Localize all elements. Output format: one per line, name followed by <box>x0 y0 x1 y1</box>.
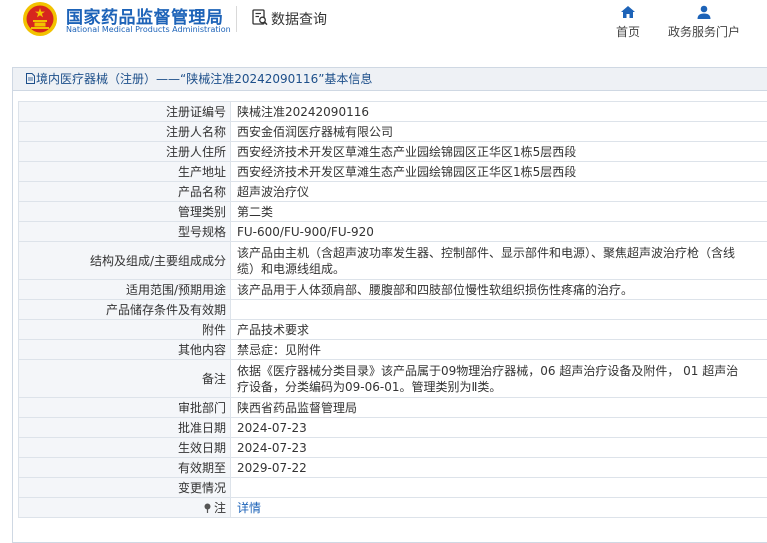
table-row: 注册人住所 西安经济技术开发区草滩生态产业园绘锦园区正华区1栋5层西段 <box>18 141 767 162</box>
table-row: 产品名称 超声波治疗仪 <box>18 181 767 202</box>
field-label: 审批部门 <box>18 397 231 418</box>
field-value <box>230 477 767 498</box>
nav-home-label: 首页 <box>615 25 640 39</box>
pin-icon <box>204 503 211 513</box>
field-label: 产品名称 <box>18 181 231 202</box>
field-label: 注册人住所 <box>18 141 231 162</box>
field-label: 注册证编号 <box>18 101 231 122</box>
field-value: 陕西省药品监督管理局 <box>230 397 767 418</box>
site-brand-subtitle: National Medical Products Administration <box>66 25 231 34</box>
table-row: 型号规格 FU-600/FU-900/FU-920 <box>18 221 767 242</box>
field-value <box>230 299 767 320</box>
details-link[interactable]: 详情 <box>237 501 261 515</box>
site-header: 国家药品监督管理局 National Medical Products Admi… <box>0 0 767 46</box>
field-value: 禁忌症：见附件 <box>230 339 767 360</box>
table-row: 审批部门 陕西省药品监督管理局 <box>18 397 767 418</box>
field-label: 其他内容 <box>18 339 231 360</box>
field-value: 该产品用于人体颈肩部、腰腹部和四肢部位慢性软组织损伤性疼痛的治疗。 <box>230 279 767 300</box>
field-value: 该产品由主机（含超声波功率发生器、控制部件、显示部件和电源）、聚焦超声波治疗枪（… <box>230 241 767 280</box>
table-row: 有效期至 2029-07-22 <box>18 457 767 478</box>
user-icon <box>697 5 711 19</box>
field-value: FU-600/FU-900/FU-920 <box>230 221 767 242</box>
nav-home[interactable]: 首页 <box>612 5 644 40</box>
field-value: 2024-07-23 <box>230 437 767 458</box>
table-row: 结构及组成/主要组成成分 该产品由主机（含超声波功率发生器、控制部件、显示部件和电… <box>18 241 767 280</box>
field-value: 2024-07-23 <box>230 417 767 438</box>
detail-panel: 境内医疗器械（注册）——“陕械注准20242090116”基本信息 注册证编号陕… <box>12 67 767 543</box>
table-row: 注 详情 <box>18 497 767 518</box>
field-label: 管理类别 <box>18 201 231 222</box>
table-row: 备注 依据《医疗器械分类目录》该产品属于09物理治疗器械，06 超声治疗设备及附件… <box>18 359 767 398</box>
note-label: 注 <box>213 500 226 515</box>
detail-table: 注册证编号 陕械注准20242090116 注册人名称 西安金佰润医疗器械有限公司 … <box>18 101 767 518</box>
field-label: 备注 <box>18 359 231 398</box>
table-row: 产品储存条件及有效期 <box>18 299 767 320</box>
nav-service-portal[interactable]: 政务服务门户 <box>664 5 744 40</box>
table-row: 生效日期 2024-07-23 <box>18 437 767 458</box>
nav-service-portal-label: 政务服务门户 <box>667 25 740 39</box>
field-label: 结构及组成/主要组成成分 <box>18 241 231 280</box>
panel-title: 境内医疗器械（注册）——“陕械注准20242090116”基本信息 <box>36 72 373 86</box>
home-icon <box>621 6 635 18</box>
field-value: 详情 <box>230 497 767 518</box>
field-value: 西安经济技术开发区草滩生态产业园绘锦园区正华区1栋5层西段 <box>230 161 767 182</box>
table-row: 其他内容 禁忌症：见附件 <box>18 339 767 360</box>
field-value: 西安经济技术开发区草滩生态产业园绘锦园区正华区1栋5层西段 <box>230 141 767 162</box>
data-query-icon <box>252 9 268 26</box>
field-value: 陕械注准20242090116 <box>230 101 767 122</box>
table-row: 注册证编号 陕械注准20242090116 <box>18 101 767 122</box>
field-label: 生产地址 <box>18 161 231 182</box>
field-label: 产品储存条件及有效期 <box>18 299 231 320</box>
document-icon <box>26 73 35 84</box>
field-label: 注 <box>18 497 231 518</box>
field-value: 2029-07-22 <box>230 457 767 478</box>
field-value: 产品技术要求 <box>230 319 767 340</box>
table-row: 附件 产品技术要求 <box>18 319 767 340</box>
field-label: 生效日期 <box>18 437 231 458</box>
field-label: 变更情况 <box>18 477 231 498</box>
field-label: 附件 <box>18 319 231 340</box>
field-value: 第二类 <box>230 201 767 222</box>
table-row: 注册人名称 西安金佰润医疗器械有限公司 <box>18 121 767 142</box>
header-divider <box>236 6 237 32</box>
table-row: 变更情况 <box>18 477 767 498</box>
field-value: 西安金佰润医疗器械有限公司 <box>230 121 767 142</box>
field-value: 超声波治疗仪 <box>230 181 767 202</box>
national-emblem-icon <box>23 2 57 36</box>
table-row: 批准日期 2024-07-23 <box>18 417 767 438</box>
field-label: 型号规格 <box>18 221 231 242</box>
table-row: 生产地址 西安经济技术开发区草滩生态产业园绘锦园区正华区1栋5层西段 <box>18 161 767 182</box>
field-label: 适用范围/预期用途 <box>18 279 231 300</box>
field-value: 依据《医疗器械分类目录》该产品属于09物理治疗器械，06 超声治疗设备及附件， … <box>230 359 767 398</box>
table-row: 管理类别 第二类 <box>18 201 767 222</box>
page-title: 数据查询 <box>271 12 327 28</box>
field-label: 注册人名称 <box>18 121 231 142</box>
table-row: 适用范围/预期用途 该产品用于人体颈肩部、腰腹部和四肢部位慢性软组织损伤性疼痛的治… <box>18 279 767 300</box>
field-label: 批准日期 <box>18 417 231 438</box>
panel-header: 境内医疗器械（注册）——“陕械注准20242090116”基本信息 <box>13 68 767 91</box>
field-label: 有效期至 <box>18 457 231 478</box>
